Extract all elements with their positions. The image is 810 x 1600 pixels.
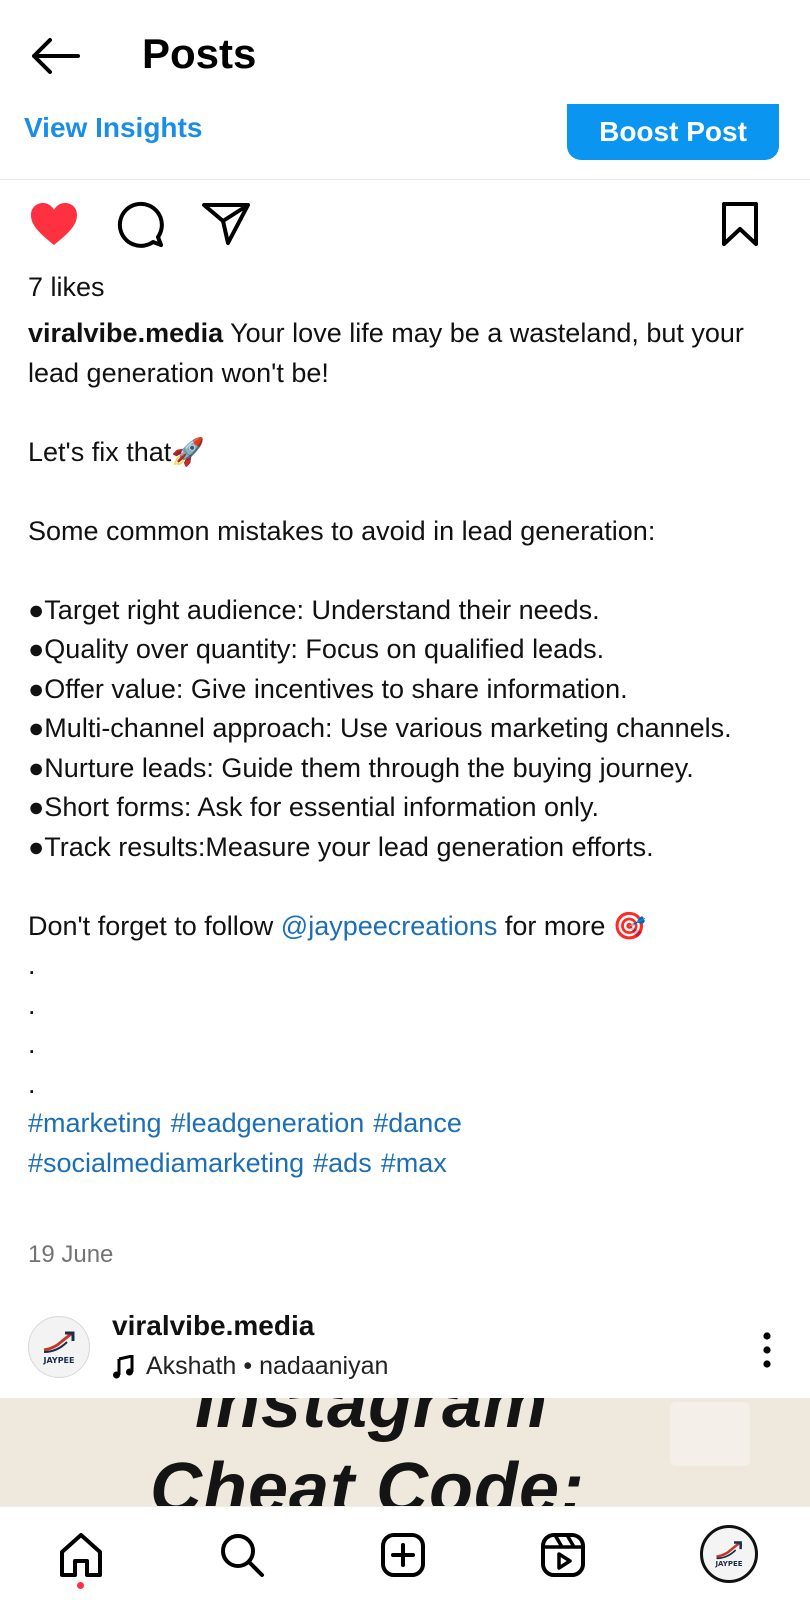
- audio-separator: •: [243, 1352, 253, 1380]
- logo-arrow-icon: [716, 1541, 742, 1560]
- caption-follow-line: Don't forget to follow @jaypeecreations …: [28, 907, 798, 947]
- bookmark-icon: [722, 202, 758, 246]
- create-icon: [381, 1533, 425, 1577]
- insights-row: View Insights Boost Post: [0, 104, 810, 180]
- hashtag-link[interactable]: #socialmediamarketing: [28, 1148, 304, 1178]
- image-text-line1: Instagram: [195, 1398, 549, 1443]
- caption-fix-line: Let's fix that🚀: [28, 436, 205, 467]
- audio-label[interactable]: Akshath • nadaaniyan: [112, 1352, 388, 1381]
- caption-blank: [28, 551, 798, 591]
- hashtag-link[interactable]: #leadgeneration: [171, 1108, 365, 1138]
- home-icon: [60, 1533, 102, 1577]
- caption-intro-line: Some common mistakes to avoid in lead ge…: [28, 515, 656, 546]
- hashtag-link[interactable]: #max: [381, 1148, 447, 1178]
- back-button[interactable]: [28, 34, 82, 78]
- next-post-image[interactable]: Instagram Cheat Code:: [0, 1398, 810, 1506]
- caption-bullet: ●Quality over quantity: Focus on qualifi…: [28, 634, 605, 664]
- follow-suffix: for more 🎯: [497, 910, 647, 941]
- caption-dot: .: [28, 1068, 36, 1099]
- audio-track: nadaaniyan: [259, 1352, 389, 1380]
- caption-dot: .: [28, 1029, 36, 1059]
- share-button[interactable]: [198, 196, 254, 252]
- caption-blank: [28, 867, 798, 907]
- like-button[interactable]: [26, 196, 82, 252]
- caption-bullet: ●Track results:Measure your lead generat…: [28, 831, 654, 862]
- view-insights-link[interactable]: View Insights: [24, 112, 202, 144]
- caption-first-paragraph: viralvibe.media Your love life may be a …: [28, 314, 798, 393]
- hashtags: #marketing #leadgeneration #dance #socialm…: [28, 1104, 798, 1183]
- arrow-left-icon: [32, 38, 80, 74]
- likes-count[interactable]: 7 likes: [28, 272, 105, 303]
- next-post-username[interactable]: viralvibe.media: [112, 1310, 314, 1342]
- avatar-logo-text: JAYPEE: [43, 1355, 75, 1365]
- caption-dot: .: [28, 989, 36, 1020]
- comment-button[interactable]: [112, 196, 168, 252]
- caption-bullet: ●Multi-channel approach: Use various mar…: [28, 713, 732, 743]
- mention-link[interactable]: @jaypeecreations: [281, 911, 498, 941]
- bottom-navigation: JAYPEE: [0, 1506, 810, 1600]
- comment-icon: [117, 201, 164, 248]
- hashtag-link[interactable]: #dance: [373, 1108, 462, 1138]
- audio-artist: Akshath: [146, 1352, 237, 1380]
- caption-bullet: ●Target right audience: Understand their…: [28, 594, 600, 625]
- boost-post-button[interactable]: Boost Post: [567, 104, 779, 160]
- caption-bullet: ●Nurture leads: Guide them through the b…: [28, 752, 694, 783]
- nav-profile-avatar[interactable]: JAYPEE: [700, 1525, 758, 1583]
- avatar[interactable]: JAYPEE: [28, 1316, 90, 1378]
- nav-home-button[interactable]: [53, 1527, 109, 1583]
- post-caption: viralvibe.media Your love life may be a …: [28, 314, 798, 1183]
- nav-search-button[interactable]: [214, 1527, 270, 1583]
- caption-dot: .: [28, 950, 36, 980]
- hashtag-link[interactable]: #ads: [313, 1148, 372, 1178]
- page-title: Posts: [142, 30, 257, 77]
- reels-icon: [541, 1533, 585, 1577]
- post-actions: [0, 196, 810, 256]
- caption-blank: [28, 472, 798, 512]
- music-note-icon: [113, 1354, 134, 1378]
- image-watermark: [670, 1402, 750, 1466]
- nav-create-button[interactable]: [375, 1527, 431, 1583]
- nav-reels-button[interactable]: [535, 1527, 591, 1583]
- search-icon: [221, 1534, 264, 1577]
- top-bar: Posts: [0, 0, 810, 110]
- caption-bullet: ●Offer value: Give incentives to share i…: [28, 673, 628, 704]
- save-button[interactable]: [712, 196, 768, 252]
- next-post-header: JAYPEE viralvibe.media Akshath • nadaani…: [0, 1296, 810, 1396]
- heart-filled-icon: [31, 203, 77, 245]
- send-icon: [202, 203, 250, 245]
- logo-arrow-icon: [43, 1331, 75, 1353]
- caption-bullet: ●Short forms: Ask for essential informat…: [28, 792, 600, 822]
- caption-username[interactable]: viralvibe.media: [28, 318, 223, 348]
- avatar-logo-text: JAYPEE: [715, 1560, 743, 1568]
- more-vertical-icon: [763, 1332, 771, 1368]
- post-date: 19 June: [28, 1241, 114, 1268]
- image-text-line2: Cheat Code:: [150, 1449, 586, 1506]
- more-options-button[interactable]: [752, 1326, 782, 1376]
- hashtag-link[interactable]: #marketing: [28, 1108, 162, 1138]
- notification-dot: [77, 1582, 84, 1589]
- caption-blank: [28, 393, 798, 433]
- follow-prefix: Don't forget to follow: [28, 910, 281, 941]
